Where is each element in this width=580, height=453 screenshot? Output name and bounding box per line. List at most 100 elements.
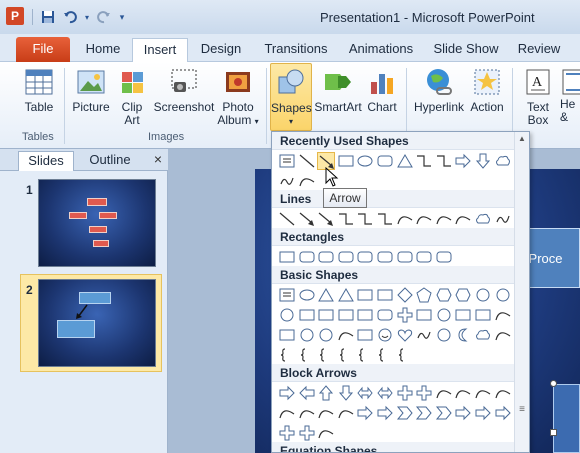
shape-curve[interactable] — [337, 404, 355, 422]
shape-lrarrow[interactable] — [376, 384, 394, 402]
shape-rect[interactable] — [298, 306, 316, 324]
shape-circle[interactable] — [317, 326, 335, 344]
shape-rect[interactable] — [337, 306, 355, 324]
shape-elbow[interactable] — [356, 210, 374, 228]
shape-rect[interactable] — [474, 306, 492, 324]
shape-rarrow[interactable] — [454, 152, 472, 170]
shape-darrow[interactable] — [337, 384, 355, 402]
shape-brace[interactable] — [376, 346, 394, 364]
shape-rect[interactable] — [337, 152, 355, 170]
shape-circle[interactable] — [474, 286, 492, 304]
shape-rrect[interactable] — [376, 248, 394, 266]
shape-rarrow[interactable] — [356, 404, 374, 422]
shape-chevron[interactable] — [396, 404, 414, 422]
shape-curve[interactable] — [454, 210, 472, 228]
shape-cross[interactable] — [298, 424, 316, 442]
shape-rrect[interactable] — [376, 306, 394, 324]
shape-rrect[interactable] — [376, 152, 394, 170]
shape-line[interactable] — [298, 152, 316, 170]
resize-handle[interactable] — [550, 380, 557, 387]
shape-tri[interactable] — [337, 286, 355, 304]
chart-button[interactable]: Chart — [364, 66, 400, 114]
shape-cloud[interactable] — [474, 210, 492, 228]
shape-circle[interactable] — [494, 286, 512, 304]
shape-brace[interactable] — [278, 346, 296, 364]
shape-rrect[interactable] — [435, 248, 453, 266]
shape-arrow[interactable] — [317, 210, 335, 228]
tab-review[interactable]: Review — [514, 38, 564, 62]
shape-circle[interactable] — [278, 306, 296, 324]
shape-rect[interactable] — [356, 326, 374, 344]
shape-smile[interactable] — [376, 326, 394, 344]
picture-button[interactable]: Picture — [70, 66, 112, 114]
shape-brace[interactable] — [356, 346, 374, 364]
shape-rect[interactable] — [415, 306, 433, 324]
redo-icon[interactable] — [95, 8, 113, 26]
shape-elbow[interactable] — [435, 152, 453, 170]
tab-insert[interactable]: Insert — [132, 38, 188, 62]
shape-curve[interactable] — [317, 424, 335, 442]
shape-textbox[interactable] — [278, 152, 296, 170]
shape-rrect[interactable] — [415, 248, 433, 266]
smartart-button[interactable]: SmartArt — [314, 66, 362, 114]
shape-hex[interactable] — [454, 286, 472, 304]
shape-tri[interactable] — [317, 286, 335, 304]
shape-curve[interactable] — [317, 404, 335, 422]
shape-rect[interactable] — [376, 286, 394, 304]
shape-rect[interactable] — [278, 326, 296, 344]
tab-slides[interactable]: Slides — [18, 151, 74, 171]
shape-pent[interactable] — [415, 286, 433, 304]
tab-home[interactable]: Home — [82, 38, 124, 62]
slide-thumbnail-1[interactable] — [38, 179, 156, 267]
shape-circle[interactable] — [298, 326, 316, 344]
shape-rect[interactable] — [356, 286, 374, 304]
shape-curve[interactable] — [454, 384, 472, 402]
shape-rrect[interactable] — [298, 248, 316, 266]
shape-curve[interactable] — [435, 210, 453, 228]
shape-elbow[interactable] — [337, 210, 355, 228]
tab-slide-show[interactable]: Slide Show — [432, 38, 500, 62]
shape-circle[interactable] — [435, 326, 453, 344]
tab-animations[interactable]: Animations — [346, 38, 416, 62]
shape-curve[interactable] — [474, 384, 492, 402]
shape-rect[interactable] — [317, 306, 335, 324]
shape-cross[interactable] — [278, 424, 296, 442]
shape-elbow[interactable] — [376, 210, 394, 228]
shape-cross[interactable] — [415, 384, 433, 402]
shape-rect[interactable] — [454, 306, 472, 324]
shape-chevron[interactable] — [415, 404, 433, 422]
shape-rrect[interactable] — [317, 248, 335, 266]
tab-design[interactable]: Design — [198, 38, 244, 62]
shape-curve[interactable] — [494, 384, 512, 402]
shape-cloud[interactable] — [494, 152, 512, 170]
shape-oval[interactable] — [298, 286, 316, 304]
table-button[interactable]: Table — [18, 66, 60, 114]
tab-outline[interactable]: Outline — [84, 151, 136, 171]
shape-cloud[interactable] — [474, 326, 492, 344]
tab-transitions[interactable]: Transitions — [260, 38, 332, 62]
shape-curve[interactable] — [415, 210, 433, 228]
shape-uarrow[interactable] — [317, 384, 335, 402]
shape-chevron[interactable] — [435, 404, 453, 422]
shape-curve[interactable] — [337, 326, 355, 344]
header-footer-button[interactable]: He & — [560, 66, 580, 124]
shape-rrect[interactable] — [337, 248, 355, 266]
shape-elbow[interactable] — [415, 152, 433, 170]
shape-cross[interactable] — [396, 306, 414, 324]
shape-brace[interactable] — [337, 346, 355, 364]
action-button[interactable]: Action — [468, 66, 506, 114]
save-icon[interactable] — [39, 8, 57, 26]
clip-art-button[interactable]: Clip Art — [114, 66, 150, 127]
hyperlink-button[interactable]: Hyperlink — [412, 66, 466, 114]
shape-curve[interactable] — [298, 404, 316, 422]
shape-rarrow[interactable] — [376, 404, 394, 422]
tab-file[interactable]: File — [16, 37, 70, 62]
shape-hex[interactable] — [435, 286, 453, 304]
shape-arrow[interactable] — [298, 210, 316, 228]
shape-rect[interactable] — [356, 306, 374, 324]
close-panel-icon[interactable]: × — [154, 151, 162, 167]
shape-heart[interactable] — [396, 326, 414, 344]
shape-free[interactable] — [494, 210, 512, 228]
text-box-button[interactable]: A Text Box — [518, 66, 558, 127]
photo-album-button[interactable]: Photo Album ▾ — [216, 66, 260, 128]
